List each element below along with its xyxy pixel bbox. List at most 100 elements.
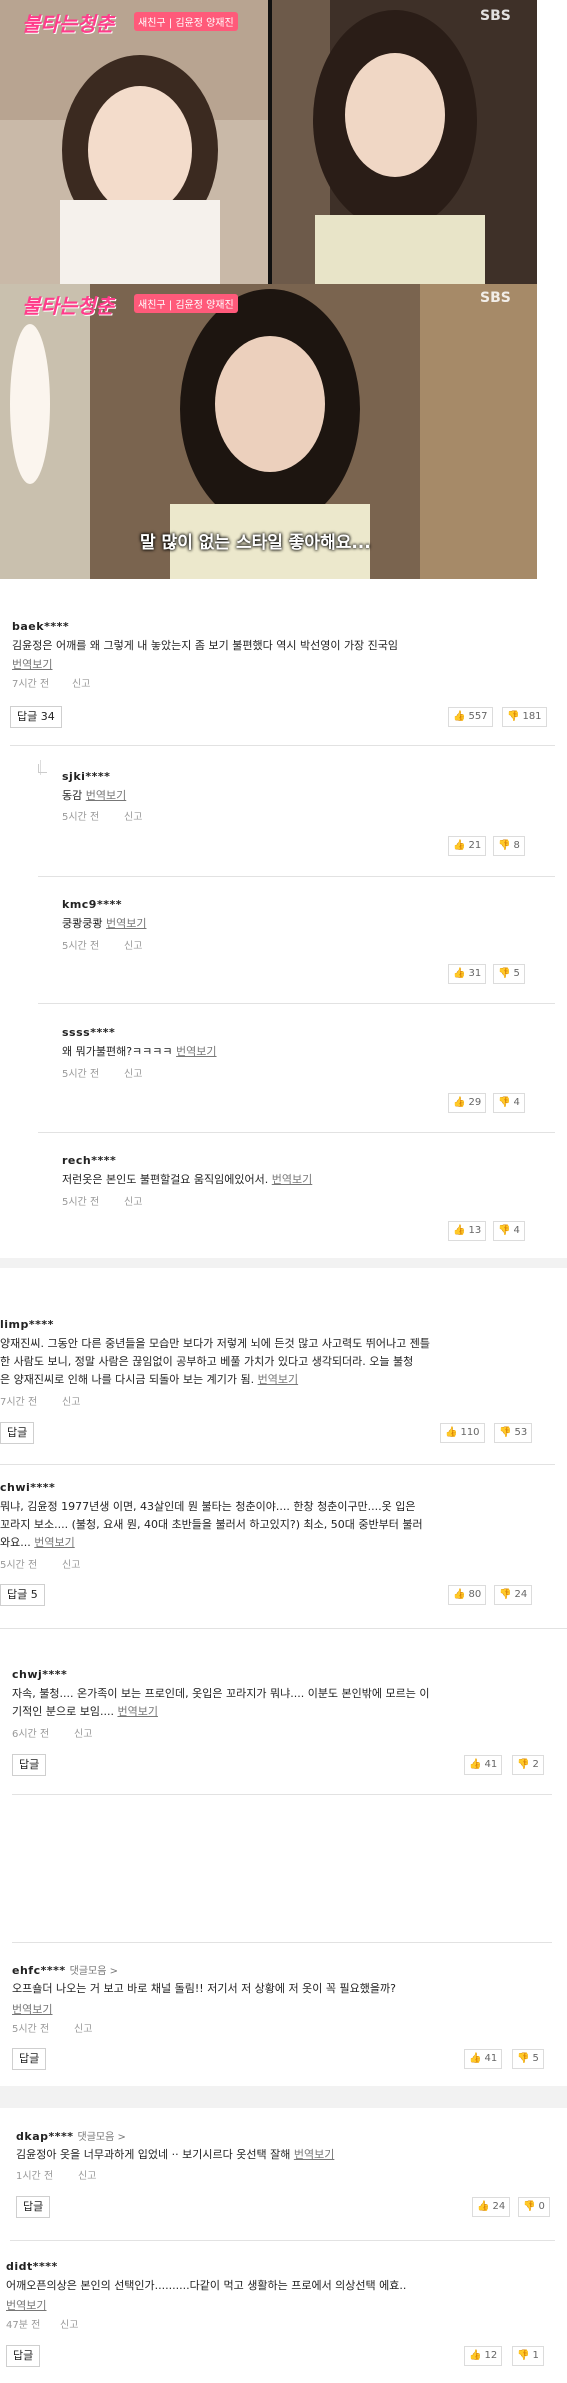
reply-button[interactable]: 답글 — [0, 1422, 35, 1444]
dislike-button[interactable]: 👎 5 — [493, 964, 525, 984]
translate-link[interactable]: 번역보기 — [12, 656, 52, 672]
network-logo: SBS — [480, 8, 511, 24]
translate-link[interactable]: 번역보기 — [6, 2297, 46, 2313]
translate-link[interactable]: 번역보기 — [106, 917, 146, 930]
dislike-button[interactable]: 👎 1 — [512, 2346, 544, 2366]
translate-link[interactable]: 번역보기 — [117, 1705, 157, 1718]
reply-button[interactable]: 답글 — [16, 2196, 51, 2218]
reply-button[interactable]: 답글 — [12, 2048, 47, 2070]
divider — [10, 745, 555, 746]
comment-time: 5시간 전 — [12, 2024, 50, 2035]
thumbs-down-icon: 👎 — [517, 1759, 530, 1770]
comment-author[interactable]: ehfc**** 댓글모음 > — [12, 1962, 118, 1977]
reply-button[interactable]: 답글 34 — [10, 706, 62, 728]
divider — [38, 876, 555, 877]
tv-screenshot-2: 불타는청춘 새친구 | 김윤정 양재진 SBS 말 많이 없는 스타일 좋아해요… — [0, 284, 537, 579]
divider — [12, 1794, 552, 1795]
like-button[interactable]: 👍 557 — [448, 707, 493, 727]
comment-author[interactable]: didt**** — [6, 2260, 58, 2273]
thumbs-down-icon: 👎 — [499, 1589, 512, 1600]
comment-author[interactable]: dkap**** 댓글모음 > — [16, 2128, 126, 2143]
like-button[interactable]: 👍 21 — [448, 836, 487, 856]
reply-button[interactable]: 답글 — [6, 2345, 41, 2367]
report-link[interactable]: 신고 — [62, 1556, 80, 1571]
report-link[interactable]: 신고 — [62, 1393, 80, 1408]
dislike-button[interactable]: 👎 0 — [518, 2197, 550, 2217]
report-link[interactable]: 신고 — [124, 1193, 142, 1208]
reply-text: 동감 번역보기 — [62, 789, 127, 802]
comment-text: 김윤정아 옷을 너무과하게 입었네 ·· 보기시르다 옷선택 잘해 번역보기 — [16, 2148, 335, 2161]
reply-author[interactable]: sjki**** — [62, 770, 110, 783]
report-link[interactable]: 신고 — [124, 937, 142, 952]
dislike-button[interactable]: 👎 4 — [493, 1221, 525, 1241]
translate-link[interactable]: 번역보기 — [86, 789, 126, 802]
reply-button[interactable]: 답글 5 — [0, 1584, 45, 1606]
comment-time: 5시간 전 — [0, 1560, 38, 1571]
comment-time: 6시간 전 — [12, 1729, 50, 1740]
reply-text: 저런옷은 본인도 불편할걸요 움직임에있어서. 번역보기 — [62, 1173, 313, 1186]
reply-author[interactable]: kmc9**** — [62, 898, 122, 911]
guest-badge-2: 새친구 | 김윤정 양재진 — [134, 294, 238, 313]
dislike-button[interactable]: 👎 8 — [493, 836, 525, 856]
like-button[interactable]: 👍 80 — [448, 1585, 487, 1605]
like-button[interactable]: 👍 41 — [464, 2049, 503, 2069]
comment-collection-link[interactable]: 댓글모음 > — [78, 2132, 126, 2143]
like-button[interactable]: 👍 41 — [464, 1755, 503, 1775]
like-button[interactable]: 👍 13 — [448, 1221, 487, 1241]
like-button[interactable]: 👍 24 — [472, 2197, 511, 2217]
report-link[interactable]: 신고 — [72, 675, 90, 690]
translate-link[interactable]: 번역보기 — [294, 2148, 334, 2161]
dislike-button[interactable]: 👎 4 — [493, 1093, 525, 1113]
like-button[interactable]: 👍 12 — [464, 2346, 503, 2366]
comment-author[interactable]: chwi**** — [0, 1481, 55, 1494]
thumbs-down-icon: 👎 — [498, 1097, 511, 1108]
comment-author[interactable]: limp**** — [0, 1318, 54, 1331]
thumbs-up-icon: 👍 — [453, 840, 466, 851]
reply-author[interactable]: ssss**** — [62, 1026, 115, 1039]
report-link[interactable]: 신고 — [60, 2316, 78, 2331]
comment-author[interactable]: chwj**** — [12, 1668, 67, 1681]
comment-text: 김윤정은 어깨를 왜 그렇게 내 놓았는지 좀 보기 불편했다 역시 박선영이 … — [12, 639, 399, 652]
thumbs-up-icon: 👍 — [453, 1097, 466, 1108]
screenshot-image-1 — [0, 0, 537, 284]
reply-author[interactable]: rech**** — [62, 1154, 116, 1167]
translate-link[interactable]: 번역보기 — [12, 2001, 52, 2017]
dislike-button[interactable]: 👎 181 — [502, 707, 547, 727]
like-button[interactable]: 👍 29 — [448, 1093, 487, 1113]
section-gap — [0, 1258, 567, 1268]
report-link[interactable]: 신고 — [124, 1065, 142, 1080]
divider — [0, 1628, 567, 1629]
translate-link[interactable]: 번역보기 — [258, 1373, 298, 1386]
like-button[interactable]: 👍 31 — [448, 964, 487, 984]
comment-text-line1: 양재진씨. 그동안 다른 중년들을 모습만 보다가 저렇게 뇌에 든것 많고 사… — [0, 1337, 431, 1350]
reply-time: 5시간 전 — [62, 1069, 100, 1080]
translate-link[interactable]: 번역보기 — [272, 1173, 312, 1186]
divider — [0, 1464, 555, 1465]
section-gap — [0, 2086, 567, 2108]
dislike-button[interactable]: 👎 2 — [512, 1755, 544, 1775]
translate-link[interactable]: 번역보기 — [34, 1536, 74, 1549]
dislike-button[interactable]: 👎 24 — [494, 1585, 533, 1605]
report-link[interactable]: 신고 — [124, 808, 142, 823]
report-link[interactable]: 신고 — [74, 2020, 92, 2035]
divider — [10, 2240, 555, 2241]
dislike-button[interactable]: 👎 53 — [494, 1423, 533, 1443]
reply-time: 5시간 전 — [62, 1197, 100, 1208]
comment-time: 7시간 전 — [12, 679, 50, 690]
comment-collection-link[interactable]: 댓글모음 > — [70, 1966, 118, 1977]
dislike-button[interactable]: 👎 5 — [512, 2049, 544, 2069]
network-logo-2: SBS — [480, 290, 511, 306]
comment-text-line3: 은 양재진씨로 인해 나를 다시금 되돌아 보는 계기가 됨. 번역보기 — [0, 1373, 299, 1386]
divider — [38, 1132, 555, 1133]
comment-author[interactable]: baek**** — [12, 620, 69, 633]
comment-text-line2: 기적인 분으로 보임.... 번역보기 — [12, 1705, 158, 1718]
comment-time: 1시간 전 — [16, 2171, 54, 2182]
report-link[interactable]: 신고 — [78, 2167, 96, 2182]
reply-button[interactable]: 답글 — [12, 1754, 47, 1776]
thumbs-up-icon: 👍 — [477, 2201, 490, 2212]
translate-link[interactable]: 번역보기 — [176, 1045, 216, 1058]
report-link[interactable]: 신고 — [74, 1725, 92, 1740]
like-button[interactable]: 👍 110 — [440, 1423, 485, 1443]
thumbs-up-icon: 👍 — [469, 1759, 482, 1770]
comment-text-line2: 꼬라지 보소.... (불청, 요새 뭔, 40대 초반들을 불러서 하고있지?… — [0, 1518, 423, 1531]
